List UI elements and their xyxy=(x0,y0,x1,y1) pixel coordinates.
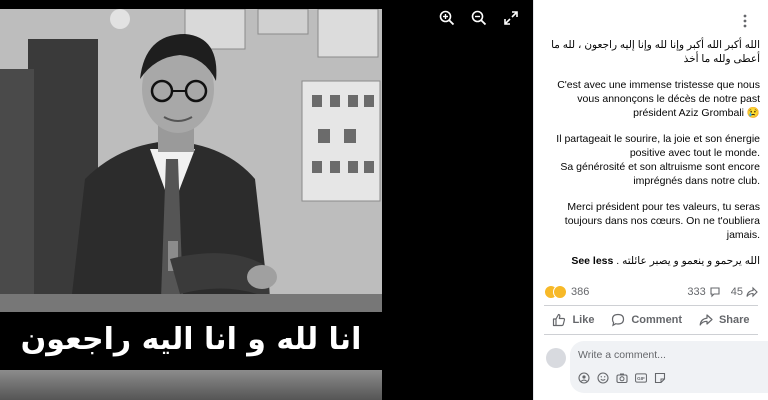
comment-icon xyxy=(612,313,625,327)
divider xyxy=(544,305,758,306)
comment-input[interactable] xyxy=(578,347,768,363)
more-dots-icon[interactable] xyxy=(738,14,752,28)
avatar-sticker-icon[interactable] xyxy=(578,372,590,384)
post-paragraph-generosite: Sa générosité et son altruisme sont enco… xyxy=(560,161,760,187)
post-text: الله أكبر الله أكبر وإنا لله وإنا إليه ر… xyxy=(546,38,760,280)
comment-count[interactable]: 333 xyxy=(687,286,720,298)
share-label: Share xyxy=(718,314,750,326)
like-button[interactable]: Like xyxy=(552,313,594,327)
photo-bottom-strip xyxy=(0,370,382,400)
comment-button[interactable]: Comment xyxy=(611,313,682,327)
zoom-out-icon[interactable] xyxy=(469,8,489,28)
share-count-value: 45 xyxy=(730,286,743,298)
post-paragraph-announcement: C'est avec une immense tristesse que nou… xyxy=(557,79,760,119)
comment-count-value: 333 xyxy=(687,286,706,298)
reaction-bar: 386 333 45 xyxy=(544,284,758,300)
divider xyxy=(544,334,758,335)
reaction-count[interactable]: 386 xyxy=(571,286,589,298)
see-less-link[interactable]: See less xyxy=(571,255,613,267)
post-paragraph-sourire: Il partageait le sourire, la joie et son… xyxy=(556,133,760,159)
post-actions: Like Comment Share xyxy=(544,309,758,331)
share-icon xyxy=(699,314,713,326)
emoji-icon[interactable] xyxy=(597,372,609,384)
memorial-photo xyxy=(0,9,382,312)
post-paragraph-merci: Merci président pour tes valeurs, tu ser… xyxy=(564,201,760,241)
svg-text:GIF: GIF xyxy=(637,376,645,381)
viewer-toolbar xyxy=(437,8,521,28)
like-label: Like xyxy=(572,314,595,326)
gif-icon[interactable]: GIF xyxy=(635,372,647,384)
post-closing-text: الله يرحمو و ينعمو و يصبر عائلته . xyxy=(616,255,760,267)
share-count-icon xyxy=(746,286,758,298)
photo-viewer: انا لله و انا اليه راجعون xyxy=(0,0,533,400)
comment-composer: GIF xyxy=(570,341,768,393)
camera-icon[interactable] xyxy=(616,372,628,384)
composer-tools: GIF xyxy=(578,372,666,384)
post-closing-line: الله يرحمو و ينعمو و يصبر عائلته . See l… xyxy=(546,254,760,268)
thumbs-up-icon xyxy=(553,313,566,327)
sticker-icon[interactable] xyxy=(654,372,666,384)
share-count[interactable]: 45 xyxy=(731,286,758,298)
post-paragraph-arabic: الله أكبر الله أكبر وإنا لله وإنا إليه ر… xyxy=(551,39,760,65)
comment-count-icon xyxy=(710,287,720,298)
avatar[interactable] xyxy=(546,348,566,368)
share-button[interactable]: Share xyxy=(699,313,750,327)
photo-caption: انا لله و انا اليه راجعون xyxy=(20,322,362,357)
care-reaction-icon[interactable] xyxy=(553,285,567,299)
fullscreen-icon[interactable] xyxy=(501,8,521,28)
comment-label: Comment xyxy=(631,314,683,326)
post-panel: الله أكبر الله أكبر وإنا لله وإنا إليه ر… xyxy=(533,0,768,400)
zoom-in-icon[interactable] xyxy=(437,8,457,28)
